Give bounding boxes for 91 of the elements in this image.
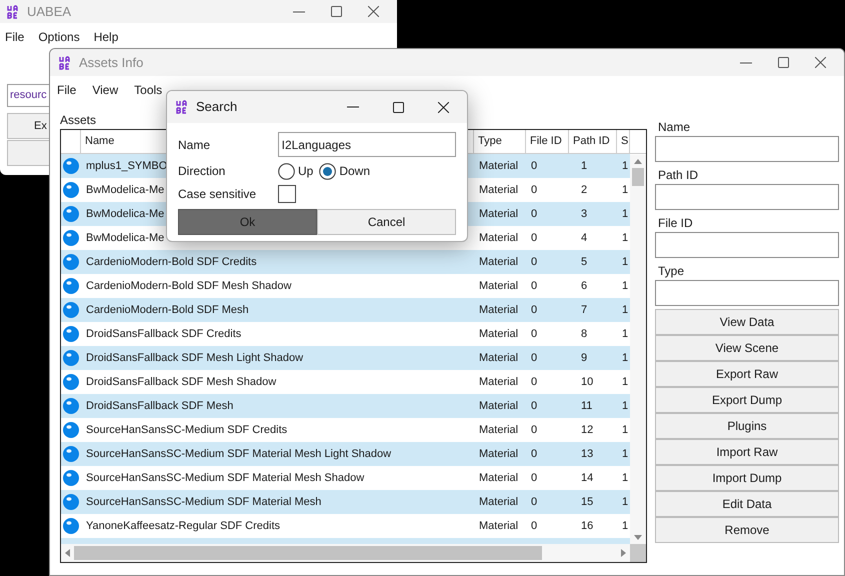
field-label: Type [657,263,686,280]
table-cell: 1 [622,472,628,484]
table-cell: 15 [581,496,594,508]
table-cell: 0 [531,328,538,340]
table-cell: 1 [622,160,628,172]
table-cell: 1 [581,160,588,172]
table-cell: 13 [581,448,594,460]
table-cell: DroidSansFallback SDF Mesh [86,400,234,412]
table-cell: 1 [622,208,628,220]
table-cell: 6 [581,280,588,292]
table-cell: 1 [622,328,628,340]
table-cell: 1 [622,448,628,460]
table-cell: DroidSansFallback SDF Mesh Light Shadow [86,352,304,364]
table-cell: 1 [622,280,628,292]
table-cell: 1 [622,520,628,532]
field-label: Name [657,119,692,136]
table-cell: mplus1_SYMBO [86,160,168,172]
table-cell: Material [479,496,518,508]
table-cell: 0 [531,280,538,292]
table-cell: 11 [581,400,592,412]
table-cell: Material [479,256,518,268]
table-cell: 0 [531,232,538,244]
table-cell: BwModelica-Me [86,184,164,196]
table-cell: SourceHanSansSC-Medium SDF Material Mesh Light Shadow [86,448,392,460]
table-cell: 0 [531,448,538,460]
table-cell: YanoneKaffeesatz-Regular SDF Credits [86,520,280,532]
table-cell: 1 [622,304,628,316]
window-title: Search [196,98,238,116]
table-cell: 4 [581,232,588,244]
table-cell: DroidSansFallback SDF Mesh Shadow [86,376,276,388]
table-cell: 8 [581,328,588,340]
table-cell: Material [479,520,518,532]
table-cell: 7 [581,304,588,316]
table-cell: 0 [531,472,538,484]
table-cell: Material [479,232,518,244]
table-cell: BwModelica-Me [86,232,164,244]
section-label: Assets [60,114,98,129]
table-cell: 0 [531,256,538,268]
table-cell: 9 [581,352,588,364]
table-cell: 1 [622,400,628,412]
table-cell: BwModelica-Me [86,208,164,220]
table-cell: 3 [581,208,588,220]
table-cell: 2 [581,184,588,196]
table-cell: 10 [581,376,594,388]
table-cell: 5 [581,256,588,268]
table-cell: 0 [531,520,538,532]
table-cell: 0 [531,160,538,172]
table-cell: Material [479,352,518,364]
field-label: Path ID [657,167,700,184]
table-cell: 0 [531,184,538,196]
table-cell: 1 [622,232,628,244]
window-title: Assets Info [79,54,144,72]
table-cell: CardenioModern-Bold SDF Credits [86,256,257,268]
window-title: UABEA [27,2,72,21]
table-cell: 1 [622,352,628,364]
table-cell: 0 [531,352,538,364]
table-cell: 0 [531,496,538,508]
table-cell: Material [479,472,518,484]
field-label: Name [178,136,212,154]
table-cell: CardenioModern-Bold SDF Mesh Shadow [86,280,292,292]
table-cell: 0 [531,208,538,220]
table-cell: 0 [531,400,538,412]
table-cell: 0 [531,424,538,436]
table-cell: Material [479,376,518,388]
table-cell: 0 [531,304,538,316]
table-cell: 1 [622,256,628,268]
table-cell: Material [479,280,518,292]
table-cell: Material [479,328,518,340]
table-cell: Material [479,304,518,316]
table-cell: Material [479,448,518,460]
table-cell: 16 [581,520,594,532]
field-label: Case sensitive [178,186,258,203]
table-cell: Material [479,160,518,172]
table-cell: DroidSansFallback SDF Credits [86,328,242,340]
table-cell: 1 [622,496,628,508]
table-cell: SourceHanSansSC-Medium SDF Material Mesh [86,496,322,508]
table-cell: 1 [622,424,628,436]
table-cell: Material [479,400,518,412]
table-cell: 1 [622,376,628,388]
table-cell: Material [479,424,518,436]
field-label: File ID [657,215,694,232]
table-cell: CardenioModern-Bold SDF Mesh [86,304,249,316]
field-label: Direction [178,163,226,180]
table-cell: 1 [622,184,628,196]
table-cell: 0 [531,376,538,388]
table-cell: Material [479,208,518,220]
table-cell: 14 [581,472,594,484]
table-cell: SourceHanSansSC-Medium SDF Credits [86,424,288,436]
table-cell: Material [479,184,518,196]
table-cell: SourceHanSansSC-Medium SDF Material Mesh Shadow [86,472,364,484]
table-cell: 12 [581,424,594,436]
